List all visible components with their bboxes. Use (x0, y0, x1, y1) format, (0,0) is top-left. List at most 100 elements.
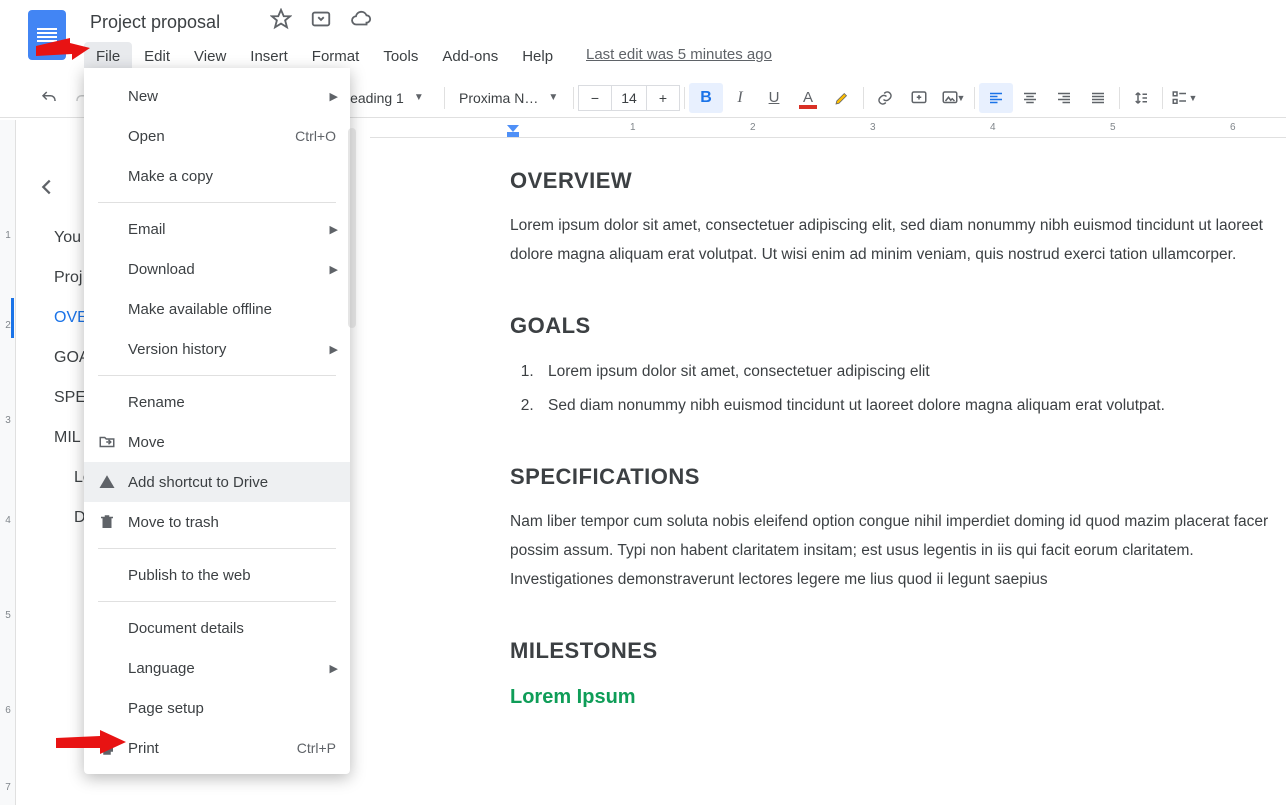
menu-label: Add shortcut to Drive (128, 474, 268, 491)
vertical-ruler: 1 2 3 4 5 6 7 (0, 120, 16, 805)
document-canvas[interactable]: OVERVIEW Lorem ipsum dolor sit amet, con… (390, 140, 1286, 805)
vruler-tick: 6 (2, 705, 14, 716)
cloud-status-icon[interactable] (350, 8, 372, 35)
add-comment-button[interactable] (902, 83, 936, 113)
menu-item-email[interactable]: Email ▶ (84, 209, 350, 249)
heading-goals[interactable]: GOALS (510, 313, 1286, 339)
chevron-down-icon: ▼ (548, 92, 558, 103)
font-size-stepper[interactable]: − 14 + (578, 85, 680, 111)
vruler-tick: 3 (2, 415, 14, 426)
menu-view[interactable]: View (182, 42, 238, 71)
align-right-button[interactable] (1047, 83, 1081, 113)
hruler-tick: 1 (630, 122, 636, 133)
font-size-decrease[interactable]: − (578, 85, 612, 111)
submenu-arrow-icon: ▶ (330, 90, 338, 103)
indent-marker-icon[interactable] (506, 124, 520, 141)
menu-label: Move to trash (128, 514, 219, 531)
menu-item-open[interactable]: Open Ctrl+O (84, 116, 350, 156)
menu-addons[interactable]: Add-ons (430, 42, 510, 71)
menu-item-publish[interactable]: Publish to the web (84, 555, 350, 595)
menu-label: Rename (128, 394, 185, 411)
menu-shortcut: Ctrl+O (295, 128, 336, 144)
menu-label: Publish to the web (128, 567, 251, 584)
menu-label: Open (128, 128, 165, 145)
undo-button[interactable] (32, 83, 66, 113)
insert-link-button[interactable] (868, 83, 902, 113)
vruler-tick: 5 (2, 610, 14, 621)
menu-edit[interactable]: Edit (132, 42, 182, 71)
vruler-tick: 1 (2, 230, 14, 241)
submenu-arrow-icon: ▶ (330, 223, 338, 236)
submenu-arrow-icon: ▶ (330, 343, 338, 356)
menu-label: Make available offline (128, 301, 272, 318)
document-title[interactable]: Project proposal (90, 12, 220, 33)
menu-item-version-history[interactable]: Version history ▶ (84, 329, 350, 369)
menu-item-make-copy[interactable]: Make a copy (84, 156, 350, 196)
menu-item-rename[interactable]: Rename (84, 382, 350, 422)
menu-item-details[interactable]: Document details (84, 608, 350, 648)
menu-format[interactable]: Format (300, 42, 372, 71)
chevron-down-icon: ▼ (414, 92, 424, 103)
hruler-tick: 6 (1230, 122, 1236, 133)
heading-overview[interactable]: OVERVIEW (510, 168, 1286, 194)
line-spacing-button[interactable] (1124, 83, 1158, 113)
insert-image-button[interactable]: ▼ (936, 83, 970, 113)
highlight-color-button[interactable] (825, 83, 859, 113)
heading-milestones[interactable]: MILESTONES (510, 638, 1286, 664)
menu-label: Download (128, 261, 195, 278)
align-left-button[interactable] (979, 83, 1013, 113)
submenu-arrow-icon: ▶ (330, 662, 338, 675)
folder-move-icon (96, 431, 118, 453)
italic-button[interactable]: I (723, 83, 757, 113)
menu-item-new[interactable]: New ▶ (84, 76, 350, 116)
font-size-value[interactable]: 14 (612, 85, 646, 111)
menu-label: Make a copy (128, 168, 213, 185)
menu-item-download[interactable]: Download ▶ (84, 249, 350, 289)
menu-label: Language (128, 660, 195, 677)
horizontal-ruler: 1 2 3 4 5 6 (370, 120, 1286, 138)
hruler-tick: 3 (870, 122, 876, 133)
menu-item-offline[interactable]: Make available offline (84, 289, 350, 329)
paragraph[interactable]: Lorem ipsum dolor sit amet, consectetuer… (510, 212, 1286, 269)
paragraph[interactable]: Nam liber tempor cum soluta nobis eleife… (510, 508, 1286, 594)
vruler-tick: 7 (2, 782, 14, 793)
heading-specs[interactable]: SPECIFICATIONS (510, 464, 1286, 490)
menu-shortcut: Ctrl+P (297, 740, 336, 756)
menu-label: Page setup (128, 700, 204, 717)
checklist-button[interactable]: ▼ (1167, 83, 1201, 113)
menu-insert[interactable]: Insert (238, 42, 300, 71)
menu-label: Version history (128, 341, 226, 358)
text-color-button[interactable]: A (791, 83, 825, 113)
menu-item-page-setup[interactable]: Page setup (84, 688, 350, 728)
menu-item-move[interactable]: Move (84, 422, 350, 462)
menu-label: Email (128, 221, 166, 238)
outline-back-button[interactable] (30, 170, 64, 204)
submenu-arrow-icon: ▶ (330, 263, 338, 276)
last-edit-link[interactable]: Last edit was 5 minutes ago (586, 46, 772, 63)
annotation-arrow-page-setup (56, 730, 126, 756)
menu-item-trash[interactable]: Move to trash (84, 502, 350, 542)
menu-item-add-shortcut[interactable]: Add shortcut to Drive (84, 462, 350, 502)
move-icon[interactable] (310, 8, 332, 35)
menu-label: Move (128, 434, 165, 451)
vruler-tick: 4 (2, 515, 14, 526)
subheading-lorem[interactable]: Lorem Ipsum (510, 686, 1286, 709)
font-size-increase[interactable]: + (646, 85, 680, 111)
menu-help[interactable]: Help (510, 42, 565, 71)
hruler-tick: 5 (1110, 122, 1116, 133)
file-menu-dropdown: New ▶ Open Ctrl+O Make a copy Email ▶ Do… (84, 68, 350, 774)
align-center-button[interactable] (1013, 83, 1047, 113)
hruler-tick: 4 (990, 122, 996, 133)
bold-button[interactable]: B (689, 83, 723, 113)
trash-icon (96, 511, 118, 533)
font-select[interactable]: Proxima N… ▼ (449, 83, 569, 113)
menu-label: Print (128, 740, 159, 757)
underline-button[interactable]: U (757, 83, 791, 113)
star-icon[interactable] (270, 8, 292, 35)
list-item[interactable]: Sed diam nonummy nibh euismod tincidunt … (538, 391, 1286, 420)
list-item[interactable]: Lorem ipsum dolor sit amet, consectetuer… (538, 357, 1286, 386)
menu-tools[interactable]: Tools (371, 42, 430, 71)
drive-shortcut-icon (96, 471, 118, 493)
menu-item-language[interactable]: Language ▶ (84, 648, 350, 688)
align-justify-button[interactable] (1081, 83, 1115, 113)
